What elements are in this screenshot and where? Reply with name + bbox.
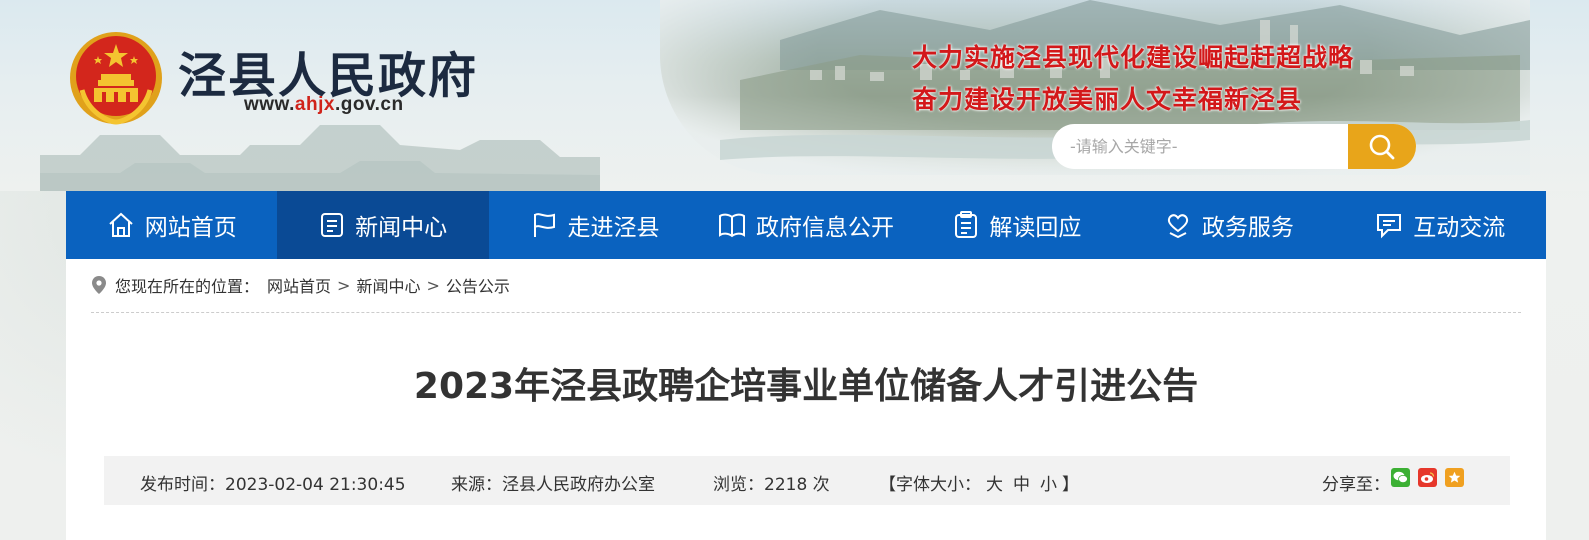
- book-icon: [718, 213, 745, 238]
- font-size-control: 【字体大小：大中小】: [879, 470, 1079, 495]
- site-url[interactable]: www.ahjx.gov.cn: [244, 94, 404, 116]
- nav-item-label: 网站首页: [144, 215, 237, 241]
- view-count: 浏览：2218 次: [713, 475, 830, 495]
- main-nav: 网站首页 新闻中心 走进泾县 政府信息公开 解读回应 政务服务 互动交流: [66, 191, 1546, 259]
- chat-icon: [1377, 214, 1402, 239]
- nav-item-label: 政务服务: [1201, 215, 1294, 241]
- site-url-prefix: www.: [244, 94, 295, 115]
- article-meta-bar: 发布时间：2023-02-04 21:30:45 来源：泾县人民政府办公室 浏览…: [104, 456, 1510, 505]
- nav-item-services[interactable]: 政务服务: [1123, 191, 1334, 259]
- article-title: 2023年泾县政聘企培事业单位储备人才引进公告: [413, 366, 1199, 407]
- breadcrumb-news[interactable]: 新闻中心: [356, 273, 420, 297]
- share-label: 分享至：: [1322, 475, 1390, 495]
- nav-item-label: 互动交流: [1413, 215, 1506, 241]
- nav-item-interpretation[interactable]: 解读回应: [912, 191, 1123, 259]
- article-source: 来源：泾县人民政府办公室: [451, 475, 655, 495]
- nav-item-label: 新闻中心: [355, 215, 448, 241]
- weibo-icon: [1421, 472, 1435, 483]
- star-icon: [1448, 471, 1461, 483]
- font-size-label: 【字体大小：: [879, 475, 981, 495]
- wechat-icon: [1393, 471, 1408, 483]
- nav-item-news[interactable]: 新闻中心: [277, 191, 489, 259]
- search-input[interactable]: [1052, 124, 1348, 169]
- breadcrumb-separator: >: [337, 275, 351, 295]
- slogan-line-2: 奋力建设开放美丽人文幸福新泾县: [912, 85, 1303, 114]
- nav-item-about[interactable]: 走进泾县: [489, 191, 700, 259]
- clipboard-icon: [955, 211, 978, 238]
- search-button[interactable]: [1348, 124, 1416, 169]
- search-box: [1052, 124, 1416, 169]
- content-panel: 您现在所在的位置： 网站首页 > 新闻中心 > 公告公示 2023年泾县政聘企培…: [66, 259, 1546, 540]
- breadcrumb-announcements[interactable]: 公告公示: [446, 273, 510, 297]
- flag-icon: [533, 213, 555, 237]
- breadcrumb-home[interactable]: 网站首页: [267, 273, 331, 297]
- national-emblem-logo: [70, 32, 162, 125]
- site-url-suffix: .gov.cn: [334, 94, 404, 115]
- header-banner: 泾县人民政府 www.ahjx.gov.cn 大力实施泾县现代化建设崛起赶超战略…: [0, 0, 1589, 191]
- home-icon: [109, 212, 133, 237]
- heart-hand-icon: [1167, 214, 1188, 239]
- wechat-share-button[interactable]: [1391, 468, 1410, 487]
- publish-time: 发布时间：2023-02-04 21:30:45: [140, 475, 406, 495]
- breadcrumb-divider: [91, 312, 1521, 313]
- font-size-medium[interactable]: 中: [1013, 475, 1030, 495]
- breadcrumb: 您现在所在的位置： 网站首页 > 新闻中心 > 公告公示: [91, 273, 510, 297]
- weibo-share-button[interactable]: [1418, 468, 1437, 487]
- breadcrumb-separator: >: [426, 275, 440, 295]
- favorite-share-button[interactable]: [1445, 468, 1464, 487]
- location-pin-icon: [92, 276, 106, 294]
- breadcrumb-prefix: 您现在所在的位置：: [115, 277, 260, 296]
- nav-item-label: 政府信息公开: [755, 215, 894, 241]
- font-size-close: 】: [1062, 475, 1079, 495]
- font-size-small[interactable]: 小: [1040, 475, 1057, 495]
- nav-item-home[interactable]: 网站首页: [66, 191, 277, 259]
- font-size-large[interactable]: 大: [986, 475, 1003, 495]
- nav-item-label: 走进泾县: [567, 215, 660, 241]
- slogan-line-1: 大力实施泾县现代化建设崛起赶超战略: [912, 43, 1355, 72]
- news-icon: [321, 213, 344, 237]
- search-icon: [1369, 134, 1395, 159]
- nav-item-label: 解读回应: [989, 215, 1082, 241]
- nav-item-interaction[interactable]: 互动交流: [1335, 191, 1546, 259]
- site-url-highlight: ahjx: [294, 94, 335, 115]
- nav-item-gov-info[interactable]: 政府信息公开: [700, 191, 911, 259]
